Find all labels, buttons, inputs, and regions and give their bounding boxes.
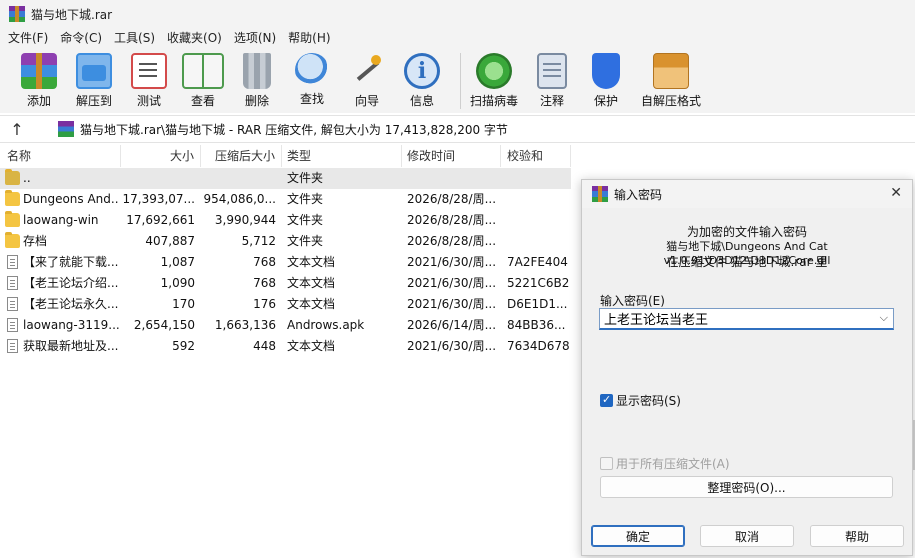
test-button[interactable]: 测试	[126, 49, 172, 109]
magnifier-icon	[295, 53, 329, 87]
wizard-wand-icon	[349, 53, 385, 89]
extract-to-button[interactable]: 解压到	[62, 49, 126, 109]
up-arrow-icon[interactable]: ↑	[0, 116, 34, 142]
checkbox-checked-icon	[600, 393, 613, 407]
comment-icon	[537, 53, 567, 89]
folder-icon	[5, 232, 20, 248]
shield-icon	[592, 53, 620, 89]
menu-bar: 文件(F) 命令(C) 工具(S) 收藏夹(O) 选项(N) 帮助(H)	[0, 28, 915, 49]
sfx-button[interactable]: 自解压格式	[629, 49, 713, 109]
find-button[interactable]: 查找	[280, 49, 344, 107]
file-row[interactable]: .. 文件夹	[0, 168, 571, 189]
winrar-dialog-icon	[592, 186, 608, 202]
checkbox-unchecked-icon	[600, 457, 613, 470]
add-archive-icon	[21, 53, 57, 89]
dialog-title-bar: 输入密码 ✕	[582, 180, 912, 208]
menu-help[interactable]: 帮助(H)	[282, 28, 336, 49]
text-document-icon	[7, 255, 18, 269]
password-dialog: 输入密码 ✕ 为加密的文件输入密码 猫与地下城\Dungeons And Cat…	[581, 179, 913, 556]
comment-button[interactable]: 注释	[521, 49, 583, 109]
column-crc[interactable]: 校验和	[501, 145, 571, 167]
window-title: 猫与地下城.rar	[31, 7, 113, 22]
folder-icon	[5, 190, 20, 206]
extract-to-icon	[76, 53, 112, 89]
dialog-message-line-3: 在压缩文件 猫与地下城.rar 里	[666, 255, 828, 269]
wizard-button[interactable]: 向导	[344, 49, 390, 109]
toolbar-separator	[460, 53, 461, 109]
dialog-title: 输入密码	[614, 187, 663, 202]
test-checklist-icon	[131, 53, 167, 89]
column-size[interactable]: 大小	[121, 145, 201, 167]
column-type[interactable]: 类型	[282, 145, 402, 167]
menu-commands[interactable]: 命令(C)	[54, 28, 108, 49]
close-icon[interactable]: ✕	[890, 185, 902, 201]
sfx-box-icon	[653, 53, 689, 89]
trash-icon	[243, 53, 271, 89]
column-packed[interactable]: 压缩后大小	[201, 145, 282, 167]
winrar-window: 猫与地下城.rar 文件(F) 命令(C) 工具(S) 收藏夹(O) 选项(N)…	[0, 0, 915, 558]
use-for-all-checkbox[interactable]: 用于所有压缩文件(A)	[600, 455, 730, 472]
path-bar: ↑ 猫与地下城.rar\猫与地下城 - RAR 压缩文件, 解包大小为 17,4…	[0, 115, 915, 143]
chevron-down-icon[interactable]: ⌵	[880, 311, 888, 325]
password-input[interactable]: 上老王论坛当老王 ⌵	[599, 308, 894, 330]
cancel-button[interactable]: 取消	[700, 525, 794, 547]
winrar-app-icon	[9, 6, 25, 22]
text-document-icon	[7, 276, 18, 290]
text-document-icon	[7, 339, 18, 353]
virus-scan-icon	[476, 53, 512, 89]
title-bar: 猫与地下城.rar	[0, 0, 915, 28]
organize-passwords-button[interactable]: 整理密码(O)...	[600, 476, 893, 498]
text-document-icon	[7, 297, 18, 311]
info-button[interactable]: i 信息	[390, 49, 454, 109]
show-password-checkbox[interactable]: 显示密码(S)	[600, 392, 681, 409]
folder-icon	[5, 211, 20, 227]
rar-archive-icon	[58, 121, 74, 137]
menu-file[interactable]: 文件(F)	[2, 28, 54, 49]
info-icon: i	[404, 53, 440, 89]
menu-favorites[interactable]: 收藏夹(O)	[161, 28, 228, 49]
path-text: 猫与地下城.rar\猫与地下城 - RAR 压缩文件, 解包大小为 17,413…	[80, 122, 508, 137]
add-button[interactable]: 添加	[16, 49, 62, 109]
view-button[interactable]: 查看	[172, 49, 234, 109]
password-label: 输入密码(E)	[600, 294, 665, 308]
ok-button[interactable]: 确定	[591, 525, 685, 547]
protect-button[interactable]: 保护	[583, 49, 629, 109]
menu-options[interactable]: 选项(N)	[228, 28, 282, 49]
parent-folder-icon	[5, 169, 20, 185]
path-field[interactable]: 猫与地下城.rar\猫与地下城 - RAR 压缩文件, 解包大小为 17,413…	[34, 117, 907, 141]
column-modified[interactable]: 修改时间	[402, 145, 501, 167]
menu-tools[interactable]: 工具(S)	[108, 28, 161, 49]
help-button[interactable]: 帮助	[810, 525, 904, 547]
file-icon	[7, 318, 18, 332]
toolbar: 添加 解压到 测试 查看 删除 查找 向导 i 信息 扫描病毒 注释 保护 自解…	[0, 49, 915, 113]
column-name[interactable]: 名称	[0, 145, 121, 167]
view-book-icon	[182, 53, 224, 89]
scan-virus-button[interactable]: 扫描病毒	[467, 49, 521, 109]
password-value: 上老王论坛当老王	[604, 313, 709, 328]
delete-button[interactable]: 删除	[234, 49, 280, 109]
